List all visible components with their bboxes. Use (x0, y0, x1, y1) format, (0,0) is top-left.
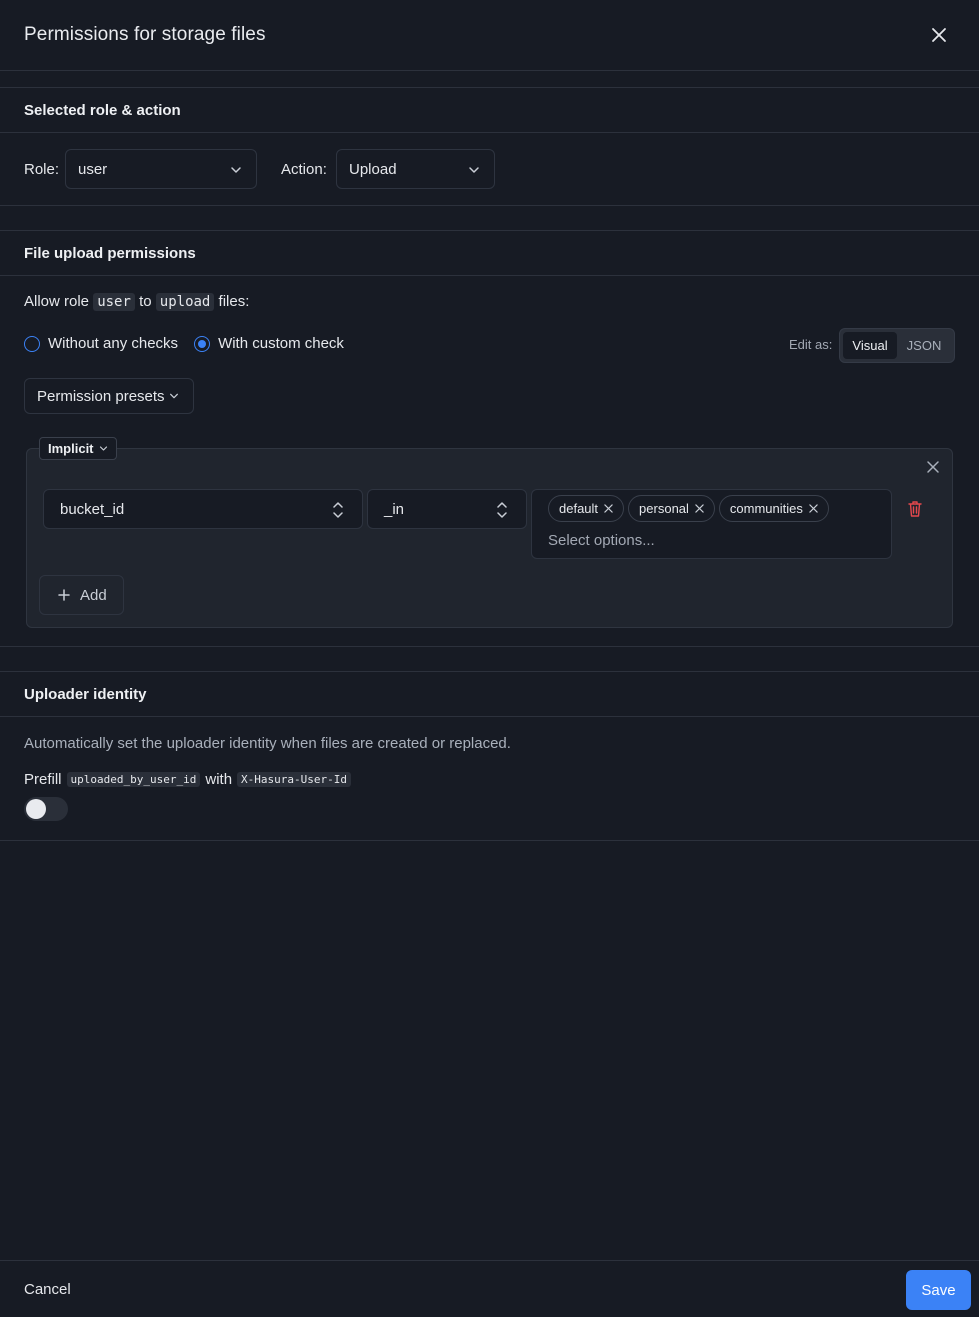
value-tag: default (548, 495, 625, 522)
permission-presets-label: Permission presets (37, 387, 165, 405)
values-multiselect[interactable]: default personal communities Select opti… (531, 489, 892, 559)
save-button[interactable]: Save (906, 1270, 971, 1310)
values-placeholder[interactable]: Select options... (548, 532, 655, 549)
allow-to: to (139, 293, 152, 310)
edit-mode-json[interactable]: JSON (897, 332, 951, 359)
remove-tag-icon[interactable] (695, 504, 704, 513)
column-select[interactable]: bucket_id (43, 489, 363, 529)
chevron-down-icon (468, 163, 480, 180)
updown-icon (496, 501, 508, 523)
divider (0, 205, 979, 206)
permissions-dialog: Permissions for storage files Selected r… (0, 0, 979, 1317)
selected-values: default personal communities (548, 495, 829, 522)
action-select[interactable]: Upload (336, 149, 495, 189)
prefill-sentence: Prefill uploaded_by_user_id with X-Hasur… (24, 771, 352, 788)
trash-icon[interactable] (907, 500, 923, 523)
value-tag-label: personal (639, 501, 689, 516)
value-tag-label: communities (729, 501, 803, 516)
allow-action-code: upload (155, 293, 215, 311)
edit-mode-toggle: Visual JSON (839, 328, 955, 363)
prefill-toggle[interactable] (24, 797, 68, 821)
column-select-value: bucket_id (60, 500, 125, 518)
radio-without-checks-label[interactable]: Without any checks (48, 335, 178, 352)
chevron-down-icon (169, 391, 179, 401)
chevron-down-icon (230, 163, 242, 180)
group-operator-dropdown[interactable]: Implicit (39, 437, 117, 460)
remove-tag-icon[interactable] (604, 504, 613, 513)
updown-icon (332, 501, 344, 523)
divider (0, 646, 979, 647)
dialog-title: Permissions for storage files (24, 24, 266, 45)
prefill-with: with (205, 771, 233, 788)
prefill-source-code: X-Hasura-User-Id (237, 772, 352, 787)
cancel-button[interactable]: Cancel (24, 1281, 71, 1298)
operator-select-value: _in (384, 500, 405, 518)
action-label: Action: (281, 161, 327, 178)
role-select[interactable]: user (65, 149, 257, 189)
radio-custom-check-label[interactable]: With custom check (218, 335, 344, 352)
edit-as-label: Edit as: (789, 337, 833, 352)
divider (0, 840, 979, 841)
chevron-down-icon (99, 444, 108, 453)
close-icon[interactable] (926, 460, 940, 479)
permission-presets-dropdown[interactable]: Permission presets (24, 378, 194, 414)
remove-tag-icon[interactable] (809, 504, 818, 513)
value-tag: personal (628, 495, 715, 522)
section-title-uploader-identity: Uploader identity (0, 671, 979, 717)
section-title-upload-permissions: File upload permissions (0, 230, 979, 276)
group-operator-label: Implicit (48, 441, 94, 456)
operator-select[interactable]: _in (367, 489, 527, 529)
allow-suffix: files: (218, 293, 250, 310)
allow-role-code: user (93, 293, 135, 311)
section-title-role-action: Selected role & action (0, 87, 979, 133)
add-rule-label: Add (80, 586, 107, 604)
add-rule-button[interactable]: Add (39, 575, 124, 615)
close-icon[interactable] (927, 23, 951, 47)
value-tag: communities (718, 495, 829, 522)
prefill-column-code: uploaded_by_user_id (66, 772, 201, 787)
allow-sentence: Allow role user to upload files: (24, 293, 249, 311)
radio-custom-check[interactable] (194, 335, 211, 352)
role-select-value: user (78, 160, 108, 178)
plus-icon (58, 589, 70, 601)
uploader-description: Automatically set the uploader identity … (24, 735, 511, 752)
dialog-footer: Cancel Save (0, 1260, 979, 1317)
prefill-label: Prefill (24, 771, 62, 788)
radio-without-checks[interactable] (24, 335, 40, 352)
action-select-value: Upload (349, 160, 397, 178)
edit-mode-visual[interactable]: Visual (843, 332, 897, 359)
toggle-knob (26, 799, 46, 819)
allow-prefix: Allow role (24, 293, 90, 310)
value-tag-label: default (559, 501, 599, 516)
check-type-radio-group: Without any checks With custom check (24, 335, 344, 352)
role-label: Role: (24, 161, 60, 178)
dialog-header: Permissions for storage files (0, 0, 979, 71)
